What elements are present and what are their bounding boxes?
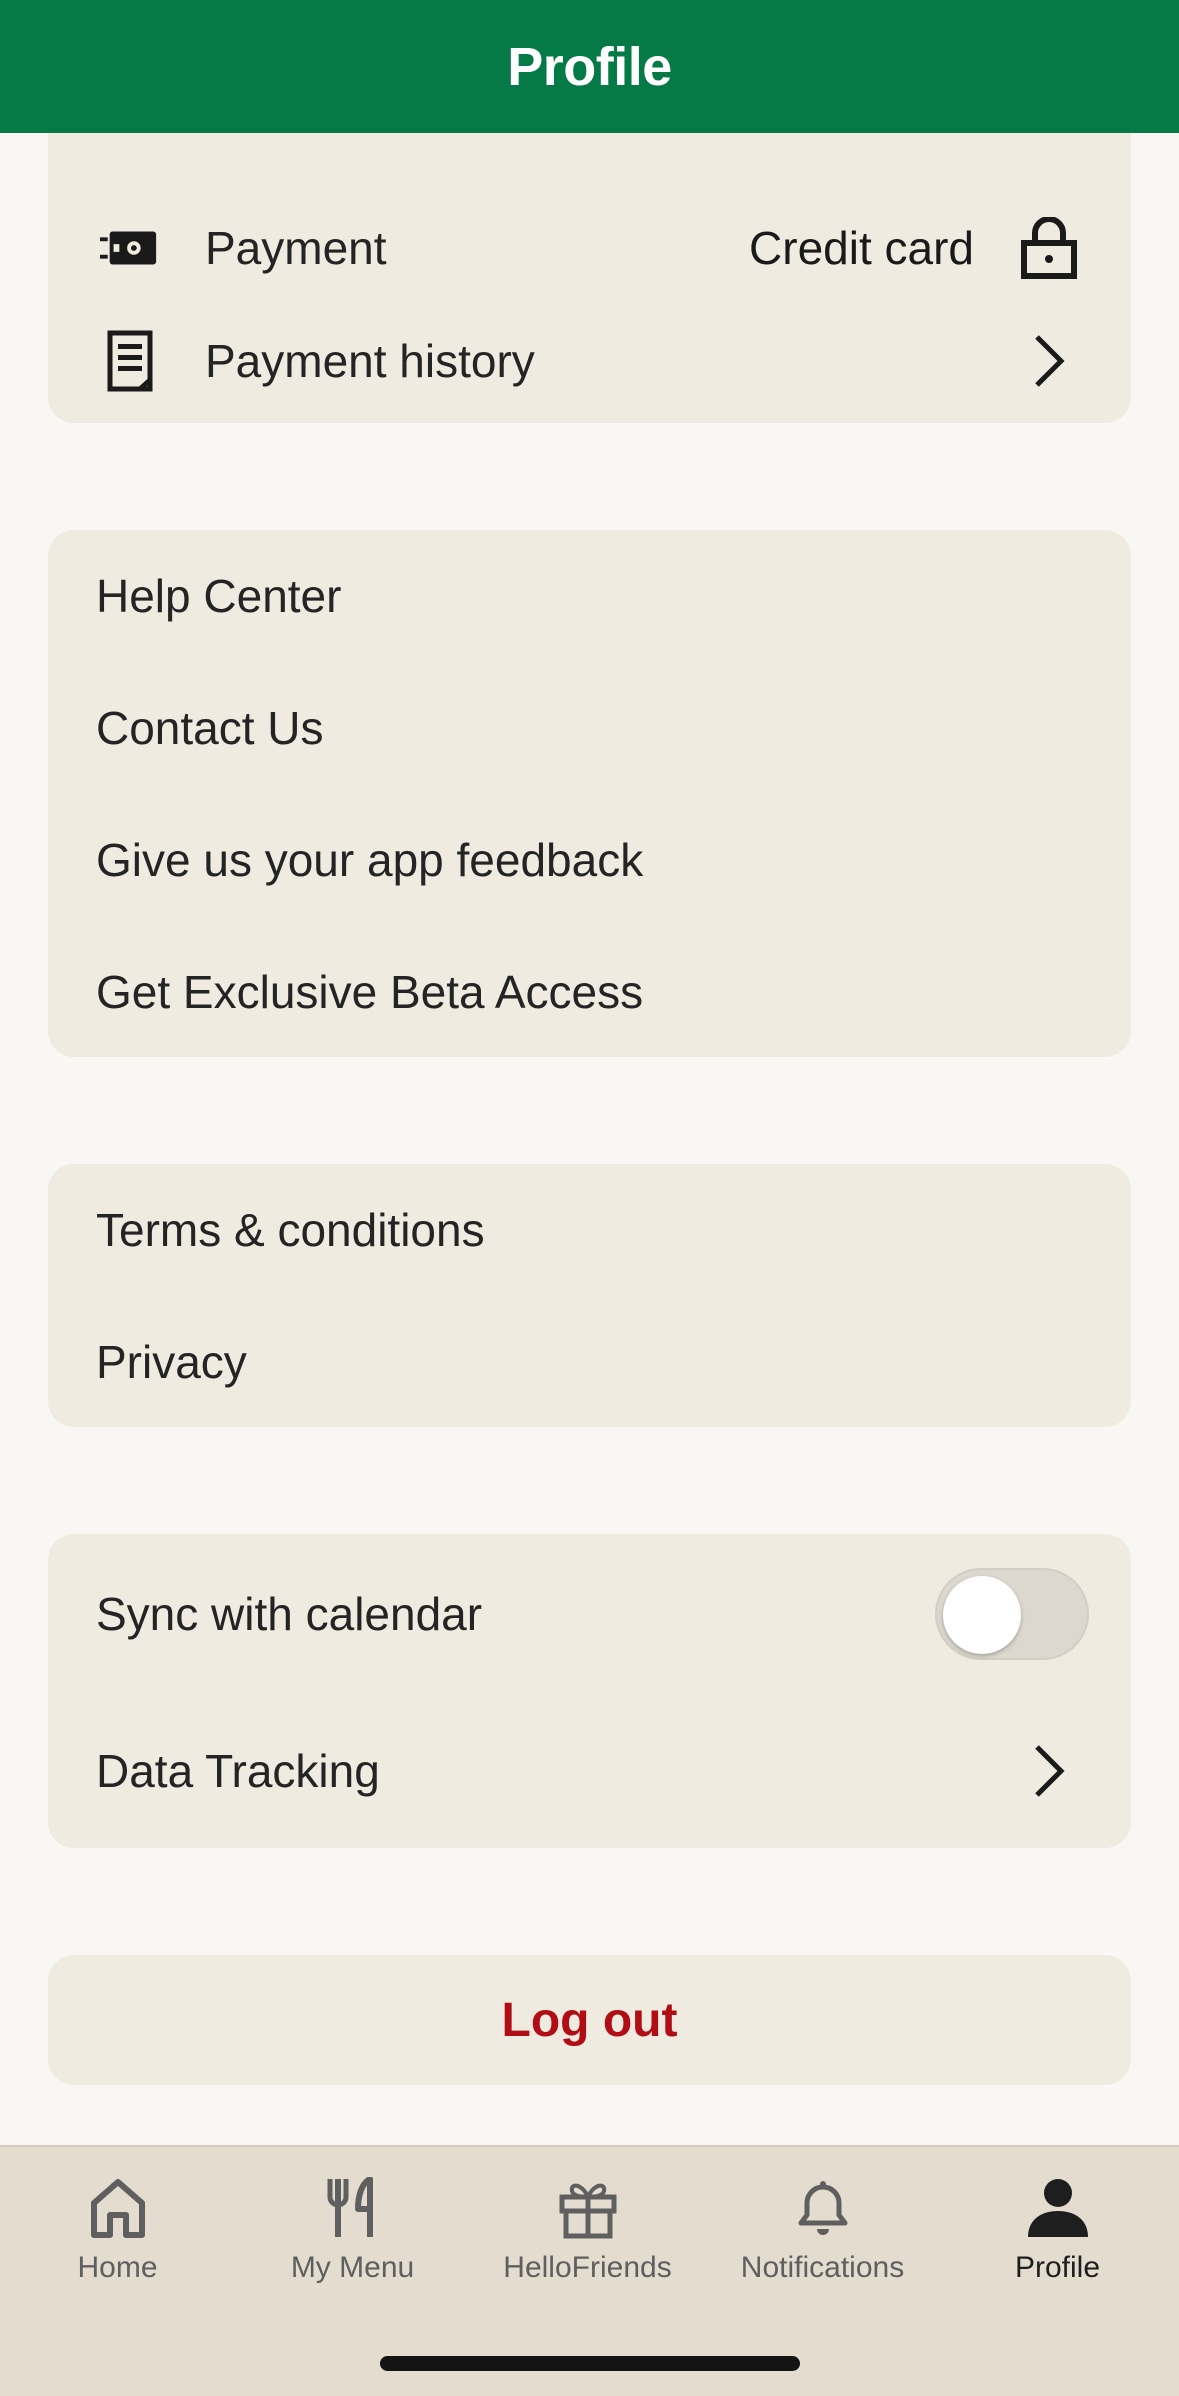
payment-method-value: Credit card xyxy=(749,222,974,274)
chevron-right-icon xyxy=(1019,1741,1079,1801)
bell-icon xyxy=(788,2173,858,2243)
payment-section: Payment Credit card Payment history xyxy=(48,133,1131,423)
receipt-icon xyxy=(100,330,160,392)
settings-section: Sync with calendar Data Tracking xyxy=(48,1534,1131,1848)
tab-notifications-label: Notifications xyxy=(740,2251,905,2284)
tab-notifications[interactable]: Notifications xyxy=(705,2147,940,2297)
tab-profile[interactable]: Profile xyxy=(940,2147,1175,2297)
terms-row[interactable]: Terms & conditions xyxy=(48,1164,1131,1296)
app-feedback-label: Give us your app feedback xyxy=(96,834,644,886)
tab-home-label: Home xyxy=(77,2251,158,2284)
chevron-right-icon xyxy=(1019,331,1079,391)
logout-button[interactable]: Log out xyxy=(48,1955,1131,2085)
beta-access-row[interactable]: Get Exclusive Beta Access xyxy=(48,926,1131,1058)
contact-us-label: Contact Us xyxy=(96,702,324,754)
payment-row[interactable]: Payment Credit card xyxy=(48,193,1131,303)
home-icon xyxy=(83,2173,153,2243)
tab-hellofriends-label: HelloFriends xyxy=(503,2251,672,2284)
sync-calendar-label: Sync with calendar xyxy=(96,1588,483,1640)
gift-icon xyxy=(553,2173,623,2243)
sync-calendar-toggle[interactable] xyxy=(935,1568,1089,1660)
home-indicator xyxy=(380,2356,800,2371)
privacy-label: Privacy xyxy=(96,1336,247,1388)
help-center-row[interactable]: Help Center xyxy=(48,530,1131,662)
tab-home[interactable]: Home xyxy=(0,2147,235,2297)
terms-label: Terms & conditions xyxy=(96,1204,485,1256)
tab-hellofriends[interactable]: HelloFriends xyxy=(470,2147,705,2297)
top-bar: Profile xyxy=(0,0,1179,133)
person-icon xyxy=(1023,2173,1093,2243)
tab-my-menu[interactable]: My Menu xyxy=(235,2147,470,2297)
page-title: Profile xyxy=(507,36,672,97)
tab-my-menu-label: My Menu xyxy=(290,2251,415,2284)
contact-us-row[interactable]: Contact Us xyxy=(48,662,1131,794)
sync-calendar-row: Sync with calendar xyxy=(48,1534,1131,1694)
cash-icon xyxy=(100,218,160,278)
tab-profile-label: Profile xyxy=(1014,2251,1101,2284)
payment-history-row[interactable]: Payment history xyxy=(48,306,1131,416)
app-feedback-row[interactable]: Give us your app feedback xyxy=(48,794,1131,926)
help-section: Help Center Contact Us Give us your app … xyxy=(48,530,1131,1057)
help-center-label: Help Center xyxy=(96,570,342,622)
legal-section: Terms & conditions Privacy xyxy=(48,1164,1131,1427)
data-tracking-row[interactable]: Data Tracking xyxy=(48,1694,1131,1848)
data-tracking-label: Data Tracking xyxy=(96,1745,380,1797)
lock-icon xyxy=(1019,217,1079,279)
privacy-row[interactable]: Privacy xyxy=(48,1296,1131,1428)
toggle-knob xyxy=(943,1576,1021,1654)
payment-label: Payment xyxy=(205,222,387,274)
logout-label: Log out xyxy=(501,1993,678,2047)
payment-history-label: Payment history xyxy=(205,335,535,387)
beta-access-label: Get Exclusive Beta Access xyxy=(96,966,644,1018)
fork-knife-icon xyxy=(318,2173,388,2243)
